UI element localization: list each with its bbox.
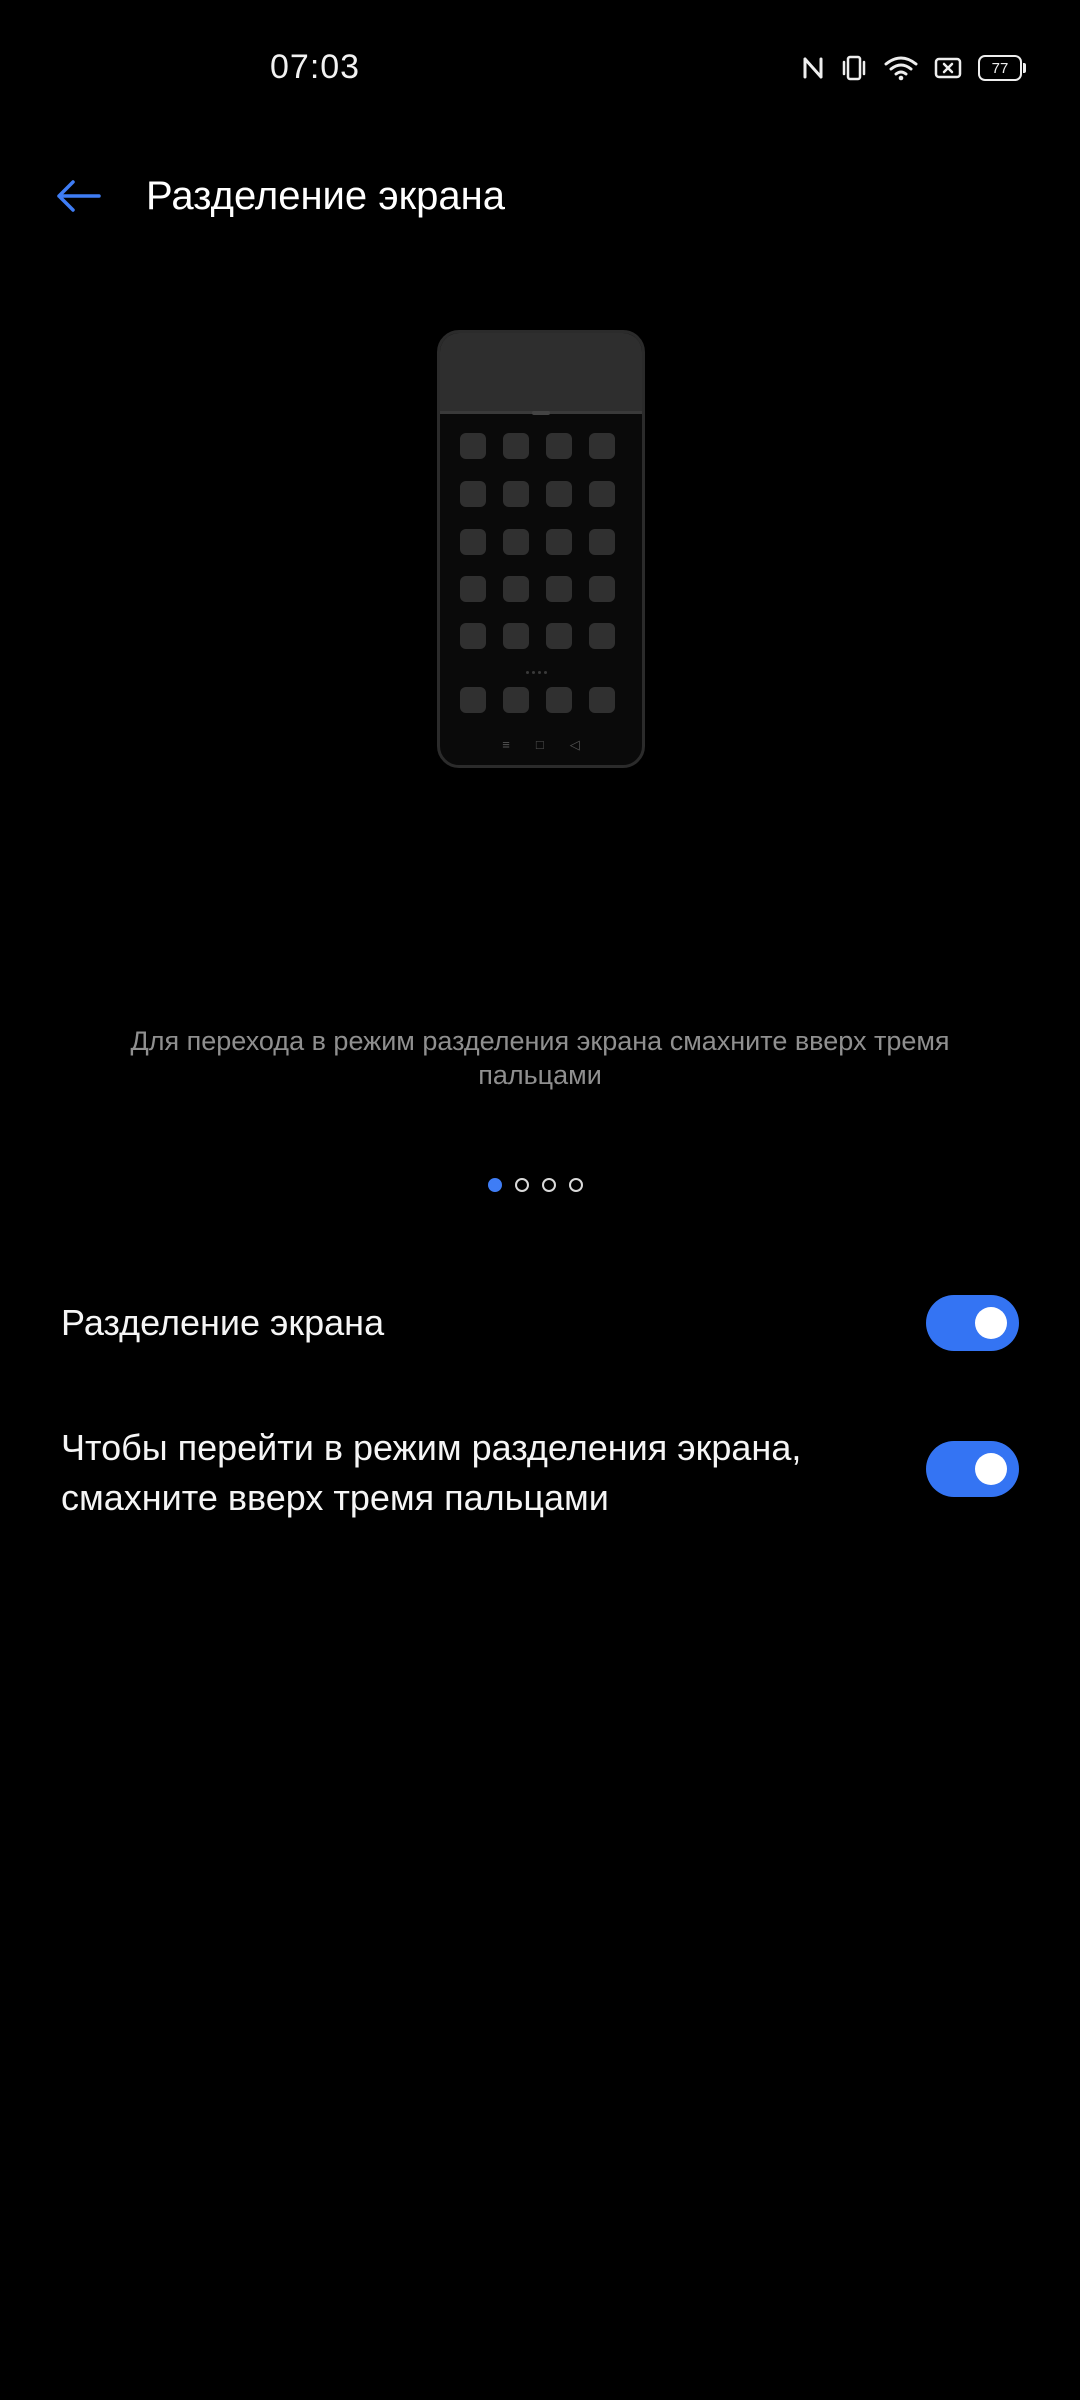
mini-app-icon bbox=[503, 433, 529, 459]
screen-record-icon bbox=[934, 56, 962, 80]
menu-icon: ≡ bbox=[502, 737, 510, 752]
mini-app-icon bbox=[503, 687, 529, 713]
mini-app-icon bbox=[503, 576, 529, 602]
mini-app-icon bbox=[589, 481, 615, 507]
setting-label: Чтобы перейти в режим разделения экрана,… bbox=[61, 1427, 802, 1518]
nfc-icon bbox=[802, 55, 824, 81]
page-dot-1[interactable] bbox=[488, 1178, 502, 1192]
mini-app-icon bbox=[460, 576, 486, 602]
page-dot-3[interactable] bbox=[542, 1178, 556, 1192]
mini-app-icon bbox=[589, 529, 615, 555]
mini-app-icon bbox=[503, 481, 529, 507]
toggle-knob bbox=[975, 1453, 1007, 1485]
phone-illustration: ≡ □ ◁ bbox=[437, 330, 645, 768]
gesture-description: Для перехода в режим разделения экрана с… bbox=[130, 1026, 950, 1090]
mini-app-icon bbox=[589, 687, 615, 713]
wifi-icon bbox=[884, 55, 918, 81]
home-icon: □ bbox=[535, 737, 544, 752]
mini-app-icon bbox=[460, 623, 486, 649]
mini-app-icon bbox=[546, 529, 572, 555]
mini-app-icon bbox=[589, 623, 615, 649]
mini-page-dots bbox=[526, 671, 547, 674]
header: Разделение экрана bbox=[0, 150, 1080, 250]
back-button[interactable] bbox=[50, 170, 106, 226]
mini-app-icon bbox=[546, 576, 572, 602]
mini-app-icon bbox=[546, 481, 572, 507]
page-dot-2[interactable] bbox=[515, 1178, 529, 1192]
setting-label: Разделение экрана bbox=[61, 1302, 385, 1343]
page-title: Разделение экрана bbox=[146, 174, 505, 218]
phone-divider-handle bbox=[532, 411, 550, 415]
mini-app-icon bbox=[546, 687, 572, 713]
status-bar: 07:03 77 bbox=[0, 0, 1080, 130]
battery-icon: 77 bbox=[978, 55, 1026, 81]
mini-app-icon bbox=[546, 623, 572, 649]
status-time: 07:03 bbox=[270, 48, 361, 86]
mini-app-icon bbox=[460, 529, 486, 555]
three-finger-swipe-toggle[interactable] bbox=[926, 1441, 1019, 1497]
setting-row-split-screen[interactable]: Разделение экрана bbox=[0, 1290, 1080, 1356]
toggle-knob bbox=[975, 1307, 1007, 1339]
mini-app-icon bbox=[460, 433, 486, 459]
mini-app-icon bbox=[503, 623, 529, 649]
mini-app-icon bbox=[460, 481, 486, 507]
mini-app-icon bbox=[546, 433, 572, 459]
mini-app-icon bbox=[503, 529, 529, 555]
split-screen-illustration: ≡ □ ◁ bbox=[437, 330, 645, 768]
phone-top-window bbox=[440, 333, 642, 414]
phone-nav-bar: ≡ □ ◁ bbox=[440, 737, 642, 753]
mini-app-icon bbox=[460, 687, 486, 713]
mini-app-icon bbox=[589, 576, 615, 602]
page-dot-4[interactable] bbox=[569, 1178, 583, 1192]
status-icons: 77 bbox=[802, 50, 1026, 86]
mini-app-icon bbox=[589, 433, 615, 459]
back-triangle-icon: ◁ bbox=[569, 737, 580, 752]
arrow-left-icon bbox=[55, 178, 101, 219]
vibrate-icon bbox=[840, 54, 868, 82]
split-screen-toggle[interactable] bbox=[926, 1295, 1019, 1351]
setting-row-three-finger-swipe[interactable]: Чтобы перейти в режим разделения экрана,… bbox=[0, 1420, 1080, 1530]
page-indicator bbox=[488, 1178, 583, 1192]
